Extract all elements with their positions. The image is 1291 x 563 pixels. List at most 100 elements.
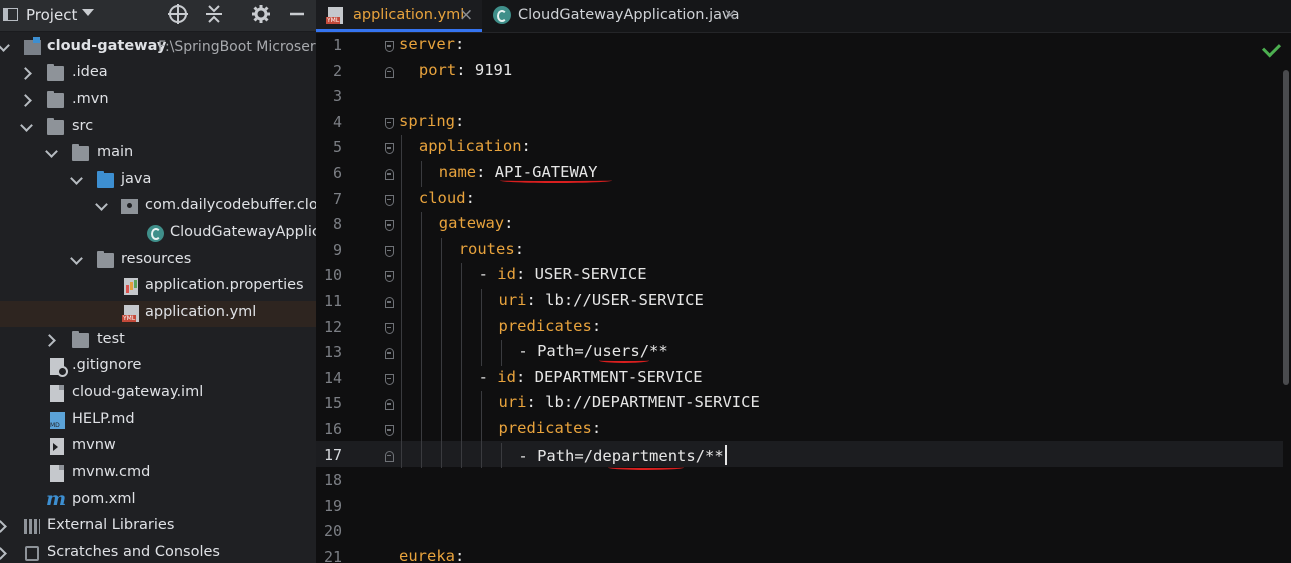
code-line[interactable]: - Path=/departments/** xyxy=(518,444,727,465)
spring-class-icon xyxy=(493,6,511,24)
chevron-down-icon[interactable] xyxy=(0,39,10,52)
fold-icon[interactable] xyxy=(385,194,394,206)
yaml-key: id xyxy=(497,265,516,284)
tree-item-gitignore[interactable]: .gitignore xyxy=(0,354,316,380)
chevron-down-icon[interactable] xyxy=(82,9,94,16)
chevron-right-icon[interactable] xyxy=(19,67,32,80)
code-line[interactable]: application: xyxy=(419,137,531,155)
tree-item-help-md[interactable]: HELP.md xyxy=(0,408,316,434)
tree-item-label: HELP.md xyxy=(72,411,135,427)
fold-icon[interactable] xyxy=(385,245,394,257)
code-line[interactable]: port: 9191 xyxy=(419,61,512,79)
tree-item-idea[interactable]: .idea xyxy=(0,61,316,87)
yaml-value: DEPARTMENT-SERVICE xyxy=(534,367,703,386)
close-icon[interactable]: × xyxy=(459,5,473,25)
folder-icon xyxy=(72,144,89,161)
tree-item-label: java xyxy=(121,171,152,187)
code-line[interactable]: eureka: xyxy=(399,547,464,563)
tree-item-test[interactable]: test xyxy=(0,328,316,354)
project-view-icon[interactable] xyxy=(3,8,18,21)
indent-guide xyxy=(500,340,502,366)
code-line[interactable]: predicates: xyxy=(499,419,602,437)
yaml-key: eureka xyxy=(399,547,455,563)
fold-icon[interactable] xyxy=(385,169,394,180)
fold-icon[interactable] xyxy=(385,322,394,334)
target-icon[interactable] xyxy=(167,4,189,26)
line-number: 2 xyxy=(332,61,342,80)
fold-icon[interactable] xyxy=(385,373,394,385)
indent-guide xyxy=(420,212,422,469)
line-number: 4 xyxy=(332,112,342,131)
line-number: 15 xyxy=(323,394,342,413)
tree-item-pom-xml[interactable]: m pom.xml xyxy=(0,488,316,514)
code-line[interactable]: - Path=/users/** xyxy=(518,342,667,360)
yaml-key: application xyxy=(418,137,522,156)
tree-item-resources[interactable]: resources xyxy=(0,248,316,274)
fold-icon[interactable] xyxy=(385,348,394,360)
properties-file-icon xyxy=(124,278,138,295)
code-line[interactable]: - id: DEPARTMENT-SERVICE xyxy=(479,368,703,386)
chevron-right-icon[interactable] xyxy=(43,334,56,347)
tree-item-package[interactable]: com.dailycodebuffer.clouc xyxy=(0,194,316,220)
tab-application-yml[interactable]: application.yml × xyxy=(316,0,482,32)
chevron-down-icon[interactable] xyxy=(70,172,83,185)
tree-item-external-libraries[interactable]: External Libraries xyxy=(0,514,316,540)
tree-item-src[interactable]: src xyxy=(0,115,316,141)
code-line[interactable]: - id: USER-SERVICE xyxy=(479,265,647,283)
close-icon[interactable]: × xyxy=(723,5,737,25)
chevron-right-icon[interactable] xyxy=(19,94,32,107)
fold-icon[interactable] xyxy=(385,143,394,155)
vertical-scrollbar[interactable] xyxy=(1283,70,1289,385)
code-line[interactable]: gateway: xyxy=(439,214,514,232)
tree-item-scratches[interactable]: Scratches and Consoles xyxy=(0,541,316,563)
tree-item-cloud-gateway-application[interactable]: CloudGatewayApplica xyxy=(0,221,316,247)
tab-cloud-gateway-application-java[interactable]: CloudGatewayApplication.java × xyxy=(482,0,752,32)
tree-item-main[interactable]: main xyxy=(0,141,316,167)
code-line[interactable]: cloud: xyxy=(419,189,475,207)
markdown-file-icon xyxy=(50,412,65,429)
code-line[interactable]: predicates: xyxy=(499,317,602,335)
gear-icon[interactable] xyxy=(250,4,272,26)
code-line[interactable]: routes: xyxy=(459,240,524,258)
fold-icon[interactable] xyxy=(385,220,394,232)
yaml-list-dash: - xyxy=(478,265,498,284)
minimize-icon[interactable] xyxy=(286,4,308,26)
fold-icon[interactable] xyxy=(385,271,394,283)
code-line[interactable]: server: xyxy=(399,35,464,53)
fold-icon[interactable] xyxy=(385,450,394,462)
text-caret xyxy=(724,444,727,465)
yaml-separator: : xyxy=(455,111,465,130)
collapse-all-icon[interactable] xyxy=(203,4,225,26)
chevron-right-icon[interactable] xyxy=(0,547,7,560)
chevron-down-icon[interactable] xyxy=(20,119,33,132)
indent-guide xyxy=(500,442,502,469)
tree-item-mvnw[interactable]: mvnw xyxy=(0,434,316,460)
fold-icon[interactable] xyxy=(385,66,394,78)
tree-item-application-yml[interactable]: application.yml xyxy=(0,301,316,327)
fold-icon[interactable] xyxy=(385,117,394,129)
chevron-down-icon[interactable] xyxy=(45,145,58,158)
tree-item-cloud-gateway[interactable]: cloud-gateway F:\SpringBoot Microserv xyxy=(0,35,316,61)
tree-item-iml[interactable]: cloud-gateway.iml xyxy=(0,381,316,407)
tree-item-application-properties[interactable]: application.properties xyxy=(0,274,316,300)
code-line[interactable]: spring: xyxy=(399,112,464,130)
chevron-down-icon[interactable] xyxy=(70,252,83,265)
chevron-down-icon[interactable] xyxy=(95,198,108,211)
no-problems-check-icon[interactable] xyxy=(1261,38,1282,58)
iml-file-icon xyxy=(50,385,64,402)
tree-item-java[interactable]: java xyxy=(0,168,316,194)
indent-guide xyxy=(480,391,482,469)
indent-guide xyxy=(420,161,422,187)
code-line[interactable]: uri: lb://DEPARTMENT-SERVICE xyxy=(499,393,760,411)
tree-item-mvnw-cmd[interactable]: mvnw.cmd xyxy=(0,461,316,487)
code-line[interactable]: uri: lb://USER-SERVICE xyxy=(499,291,704,309)
fold-icon[interactable] xyxy=(385,297,394,308)
fold-icon[interactable] xyxy=(385,399,394,411)
chevron-right-icon[interactable] xyxy=(0,520,7,533)
fold-icon[interactable] xyxy=(385,41,394,52)
yaml-separator: : xyxy=(591,316,602,335)
tree-item-mvn[interactable]: .mvn xyxy=(0,88,316,114)
fold-icon[interactable] xyxy=(385,425,394,436)
project-title[interactable]: Project xyxy=(26,6,77,24)
line-number: 12 xyxy=(323,317,342,336)
